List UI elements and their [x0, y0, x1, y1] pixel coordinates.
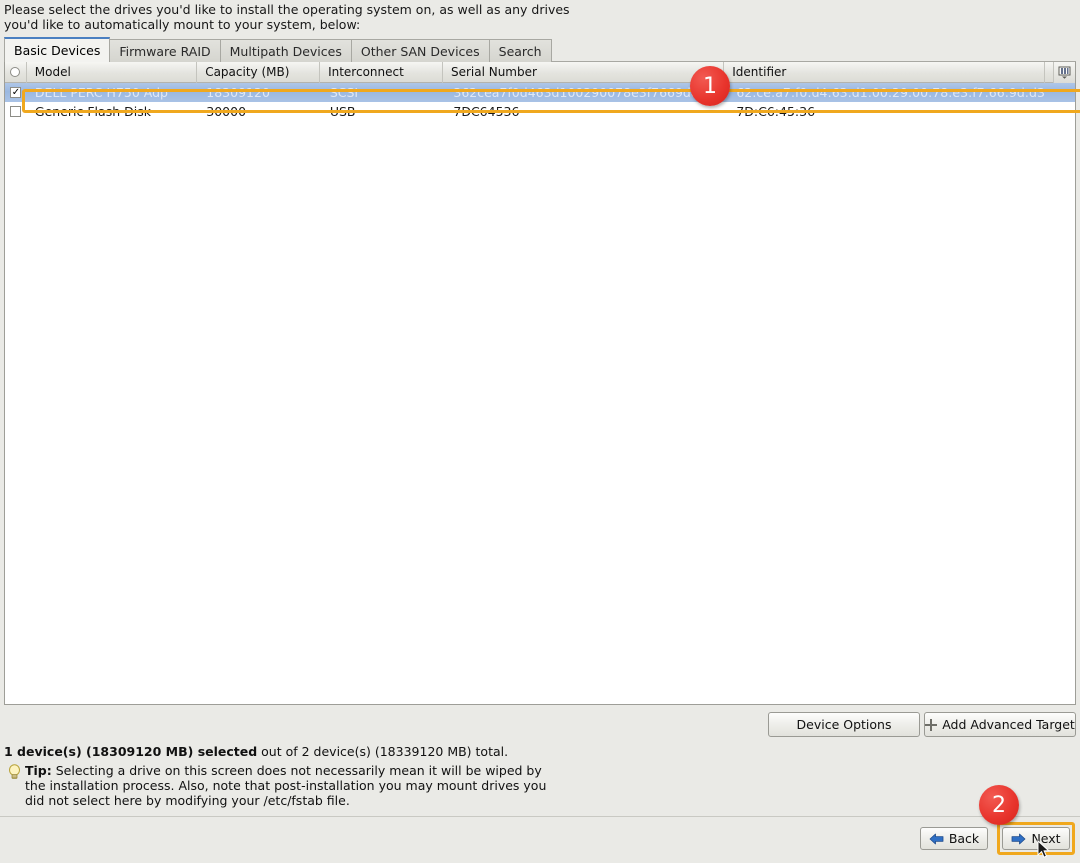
cell-capacity: 18309120 [206, 85, 270, 100]
device-table-header: Model Capacity (MB) Interconnect Serial … [5, 62, 1075, 83]
cell-capacity: 30000 [206, 104, 247, 119]
column-header-interconnect[interactable]: Interconnect [320, 62, 443, 83]
column-header-label: Identifier [732, 65, 787, 79]
arrow-left-icon [929, 833, 944, 844]
tab-basic-devices[interactable]: Basic Devices [4, 37, 111, 62]
device-type-tabs: Basic Devices Firmware RAID Multipath De… [4, 37, 1076, 62]
table-row[interactable]: ✓ DELL PERC H750 Adp 18309120 SCSI 362ce… [5, 83, 1075, 102]
checkbox-checked-icon[interactable]: ✓ [10, 87, 22, 98]
column-header-label: Capacity (MB) [205, 65, 290, 79]
selection-summary-bold: 1 device(s) (18309120 MB) selected [4, 744, 258, 759]
cell-serial-number: 362cea7f0d463d100290078e3f7669dd3 [453, 85, 707, 100]
device-list-panel[interactable]: Model Capacity (MB) Interconnect Serial … [4, 62, 1076, 705]
back-label: Back [948, 831, 980, 846]
tip-body: Selecting a drive on this screen does no… [25, 763, 547, 808]
tab-label: Other SAN Devices [360, 43, 480, 59]
selection-summary-rest: out of 2 device(s) (18339120 MB) total. [257, 744, 509, 759]
column-header-model[interactable]: Model [27, 62, 198, 83]
back-button[interactable]: Back [920, 827, 988, 850]
tab-label: Basic Devices [14, 43, 101, 58]
row-checkbox-cell[interactable] [5, 102, 27, 121]
tab-search[interactable]: Search [489, 39, 552, 62]
device-options-label: Device Options [796, 717, 892, 732]
add-advanced-target-button[interactable]: Add Advanced Target [924, 712, 1076, 737]
add-advanced-target-label: Add Advanced Target [942, 717, 1075, 732]
column-header-identifier[interactable]: Identifier [724, 62, 1046, 83]
next-button[interactable]: Next [1002, 827, 1070, 850]
select-all-header-cell[interactable] [5, 62, 27, 83]
tip-label: Tip: [25, 763, 52, 778]
tab-multipath-devices[interactable]: Multipath Devices [220, 39, 352, 62]
column-header-label: Serial Number [450, 65, 537, 79]
tip-block: Tip: Selecting a drive on this screen do… [8, 763, 568, 808]
tabstrip-filler [552, 60, 1076, 61]
intro-line-2: you'd like to automatically mount to you… [4, 17, 361, 32]
column-header-capacity[interactable]: Capacity (MB) [197, 62, 321, 83]
cell-interconnect: SCSI [329, 85, 359, 100]
arrow-right-icon [1012, 833, 1026, 844]
cell-model: Generic Flash Disk [34, 104, 151, 119]
tip-text: Tip: Selecting a drive on this screen do… [25, 763, 555, 808]
cell-identifier: 62:ce:a7:f0:d4:63:d1:00:29:00:78:e3:f7:6… [736, 85, 1045, 100]
annotation-badge-2: 2 [979, 785, 1019, 825]
column-header-serial-number[interactable]: Serial Number [443, 62, 725, 83]
tab-label: Multipath Devices [229, 43, 342, 59]
selection-summary: 1 device(s) (18309120 MB) selected out o… [4, 744, 508, 759]
radio-unchecked-icon[interactable] [10, 67, 21, 77]
cell-serial-number: 7DC64536 [453, 104, 520, 119]
column-chooser-icon[interactable] [1053, 62, 1075, 83]
plus-icon [925, 718, 938, 731]
lightbulb-icon [9, 764, 20, 779]
tab-label: Search [498, 43, 542, 59]
column-header-filler [1045, 62, 1053, 83]
tab-other-san-devices[interactable]: Other SAN Devices [351, 39, 490, 62]
column-header-label: Model [34, 65, 71, 79]
cell-interconnect: USB [329, 104, 356, 119]
row-checkbox-cell[interactable]: ✓ [5, 83, 27, 102]
cell-model: DELL PERC H750 Adp [34, 85, 168, 100]
tab-firmware-raid[interactable]: Firmware RAID [110, 39, 221, 62]
annotation-badge-1: 1 [690, 66, 730, 106]
table-row[interactable]: Generic Flash Disk 30000 USB 7DC64536 7D… [5, 102, 1075, 121]
checkbox-unchecked-icon[interactable] [10, 106, 22, 117]
cell-identifier: 7D:C6:45:36 [736, 104, 816, 119]
intro-description: Please select the drives you'd like to i… [4, 2, 704, 32]
bottom-separator [0, 816, 1080, 817]
device-options-button[interactable]: Device Options [768, 712, 920, 737]
column-header-label: Interconnect [328, 65, 404, 79]
mouse-cursor [1037, 840, 1050, 858]
intro-line-1: Please select the drives you'd like to i… [4, 2, 570, 17]
tab-label: Firmware RAID [119, 43, 211, 59]
